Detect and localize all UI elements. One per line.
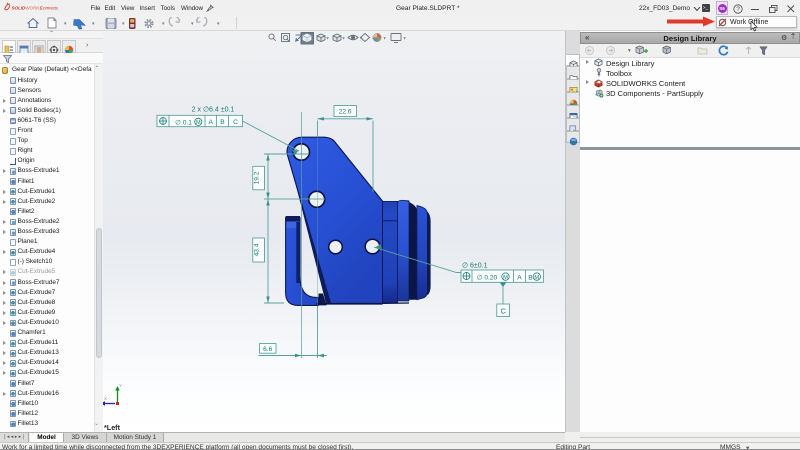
svg-text:C: C [500,307,506,316]
svg-text:Connected: Connected [40,5,58,10]
svg-text:43.4: 43.4 [254,243,261,256]
svg-text:▾: ▾ [404,36,407,41]
svg-text:M: M [503,275,508,281]
svg-text:Y: Y [119,383,122,388]
svg-text:∅ 0.20: ∅ 0.20 [477,274,498,281]
svg-text:▾: ▾ [327,36,330,41]
svg-text:6.6: 6.6 [263,346,272,353]
svg-text:SOLIDWORKS: SOLIDWORKS [12,5,43,10]
svg-text:▾: ▾ [343,36,346,41]
svg-text:M: M [196,120,201,126]
svg-text:▾: ▾ [384,36,387,41]
svg-text:C: C [233,119,238,126]
svg-text:A: A [517,274,522,281]
svg-text:X: X [104,396,107,401]
svg-text:A: A [208,119,213,126]
svg-text:22.6: 22.6 [339,109,352,116]
svg-text:∅ 6±0.1: ∅ 6±0.1 [462,262,488,269]
svg-text:*Left: *Left [104,423,121,432]
svg-text:?: ? [736,6,740,13]
svg-text:19.2: 19.2 [254,171,261,184]
svg-text:2 x ∅6.4 ±0.1: 2 x ∅6.4 ±0.1 [192,107,235,114]
svg-text:B: B [220,119,225,126]
svg-text:M: M [534,275,539,281]
svg-text:B: B [528,274,533,281]
svg-text:∅ 0.1: ∅ 0.1 [175,119,192,126]
